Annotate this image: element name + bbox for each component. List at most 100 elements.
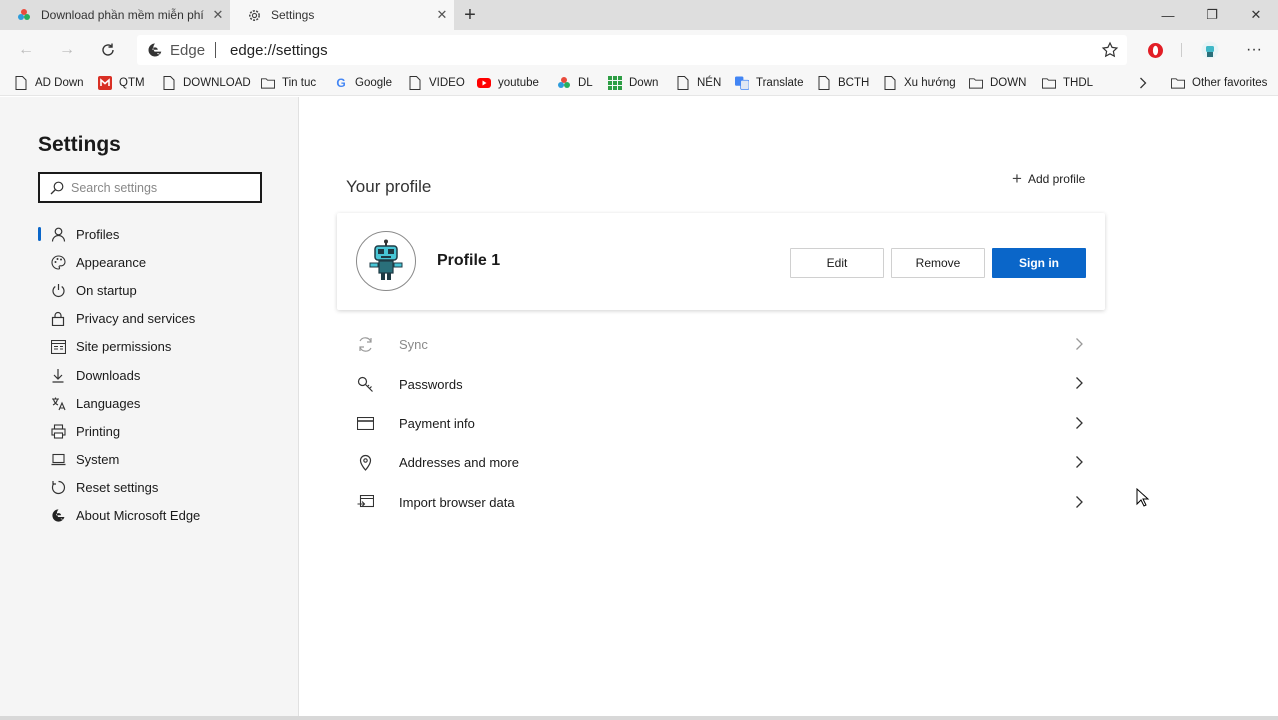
favorite-item[interactable]: youtube [477, 74, 539, 92]
forward-button[interactable]: → [54, 37, 80, 63]
tab-download[interactable]: Download phần mềm miễn phí và ✕ [0, 0, 230, 30]
addresses-row[interactable]: Addresses and more [346, 443, 1092, 482]
favorite-item[interactable]: Xu hướng [883, 74, 956, 92]
folder-icon [261, 76, 275, 90]
profile-name: Profile 1 [437, 252, 501, 269]
passwords-row[interactable]: Passwords [346, 364, 1092, 403]
favorite-star-icon[interactable] [1101, 41, 1119, 59]
favorite-item[interactable]: AD Down [14, 74, 84, 92]
translate-icon [735, 76, 749, 90]
favorite-item[interactable]: DOWN [969, 74, 1026, 92]
sidebar-item-label: On startup [76, 282, 137, 298]
sidebar-item-label: About Microsoft Edge [76, 508, 201, 524]
back-button[interactable]: ← [13, 37, 39, 63]
remove-button[interactable]: Remove [891, 248, 985, 278]
tab-settings[interactable]: Settings ✕ [230, 0, 454, 30]
section-title: Your profile [346, 177, 432, 196]
search-box[interactable] [38, 172, 262, 203]
folder-icon [1042, 76, 1056, 90]
google-icon: G [336, 76, 346, 90]
favorite-item[interactable]: DL [557, 74, 593, 92]
laptop-icon [50, 452, 66, 468]
row-label: Sync [399, 337, 428, 353]
minimize-button[interactable]: — [1146, 0, 1190, 30]
more-options-icon[interactable]: ··· [1244, 40, 1264, 60]
more-favorites-chevron-icon[interactable] [1135, 74, 1151, 92]
tab-title: Download phần mềm miễn phí và [41, 8, 206, 22]
sidebar-item-reset-settings[interactable]: Reset settings [38, 474, 299, 502]
import-data-row[interactable]: Import browser data [346, 483, 1092, 522]
favorite-item[interactable]: Translate [735, 74, 804, 92]
other-favorites[interactable]: Other favorites [1171, 74, 1267, 92]
address-bar[interactable]: Edge edge://settings [137, 35, 1127, 65]
favorite-item[interactable]: G Google [334, 74, 392, 92]
sidebar-item-site-permissions[interactable]: Site permissions [38, 333, 299, 361]
settings-nav: Profiles Appearance On startup Privacy a… [38, 220, 299, 530]
restore-button[interactable]: ❐ [1190, 0, 1234, 30]
favorite-item[interactable]: THDL [1042, 74, 1093, 92]
close-tab-icon[interactable]: ✕ [430, 3, 454, 27]
sync-icon [356, 336, 374, 354]
edit-button[interactable]: Edit [790, 248, 884, 278]
close-tab-icon[interactable]: ✕ [206, 3, 230, 27]
page-icon [817, 76, 831, 90]
address-separator [215, 42, 217, 58]
row-label: Passwords [399, 376, 463, 392]
download-icon [50, 367, 66, 383]
sidebar-item-about-edge[interactable]: About Microsoft Edge [38, 502, 299, 530]
sync-row[interactable]: Sync [346, 325, 1092, 364]
chevron-right-icon [1076, 416, 1083, 429]
chevron-right-icon [1076, 338, 1083, 350]
edge-brand-label: Edge [170, 41, 206, 59]
add-profile-button[interactable]: + Add profile [1012, 169, 1085, 189]
new-tab-button[interactable]: + [458, 3, 482, 27]
row-label: Addresses and more [399, 455, 519, 471]
refresh-button[interactable] [95, 37, 121, 63]
profile-card: Profile 1 Edit Remove Sign in [337, 213, 1105, 310]
chevron-right-icon [1076, 377, 1083, 390]
sidebar-item-appearance[interactable]: Appearance [38, 248, 299, 276]
sign-in-button[interactable]: Sign in [992, 248, 1086, 278]
favorite-item[interactable]: BCTH [817, 74, 869, 92]
close-window-button[interactable]: ✕ [1234, 0, 1278, 30]
profile-avatar-icon[interactable] [1200, 40, 1220, 60]
sidebar-item-profiles[interactable]: Profiles [38, 220, 299, 248]
person-icon [50, 226, 66, 242]
sidebar-item-languages[interactable]: Languages [38, 389, 299, 417]
folder-icon [969, 76, 983, 90]
sidebar-item-privacy[interactable]: Privacy and services [38, 305, 299, 333]
sidebar-item-system[interactable]: System [38, 446, 299, 474]
settings-title: Settings [38, 133, 121, 156]
languages-icon [50, 395, 66, 411]
payment-info-row[interactable]: Payment info [346, 404, 1092, 443]
sidebar-item-label: Printing [76, 423, 121, 439]
search-input[interactable] [71, 180, 251, 195]
favorite-item[interactable]: VIDEO [408, 74, 465, 92]
refresh-icon [102, 43, 114, 56]
colorful-logo-icon [557, 76, 571, 90]
favorite-item[interactable]: QTM [98, 74, 145, 92]
row-label: Import browser data [399, 494, 515, 510]
sidebar-item-printing[interactable]: Printing [38, 417, 299, 445]
url-text[interactable]: edge://settings [230, 42, 328, 59]
favorites-bar: AD Down QTM DOWNLOAD Tin tuc G Google VI… [0, 70, 1278, 96]
favorite-item[interactable]: DOWNLOAD [162, 74, 251, 92]
sidebar-item-downloads[interactable]: Downloads [38, 361, 299, 389]
favorite-item[interactable]: NÉN [676, 74, 721, 92]
favorite-item[interactable]: Down [608, 74, 658, 92]
sidebar-item-on-startup[interactable]: On startup [38, 276, 299, 304]
window-controls: — ❐ ✕ [1146, 0, 1278, 30]
page-icon [408, 76, 422, 90]
youtube-icon [477, 76, 491, 90]
folder-icon [1171, 76, 1185, 90]
tab-title: Settings [271, 8, 315, 22]
lock-icon [50, 311, 66, 327]
grid-icon [608, 76, 622, 90]
opera-extension-icon[interactable] [1145, 40, 1165, 60]
favorite-item[interactable]: Tin tuc [261, 74, 316, 92]
power-icon [50, 282, 66, 298]
sidebar-item-label: Profiles [76, 226, 120, 242]
colorful-logo-icon [16, 7, 32, 23]
key-icon [356, 375, 374, 393]
edge-logo-icon [50, 508, 66, 524]
